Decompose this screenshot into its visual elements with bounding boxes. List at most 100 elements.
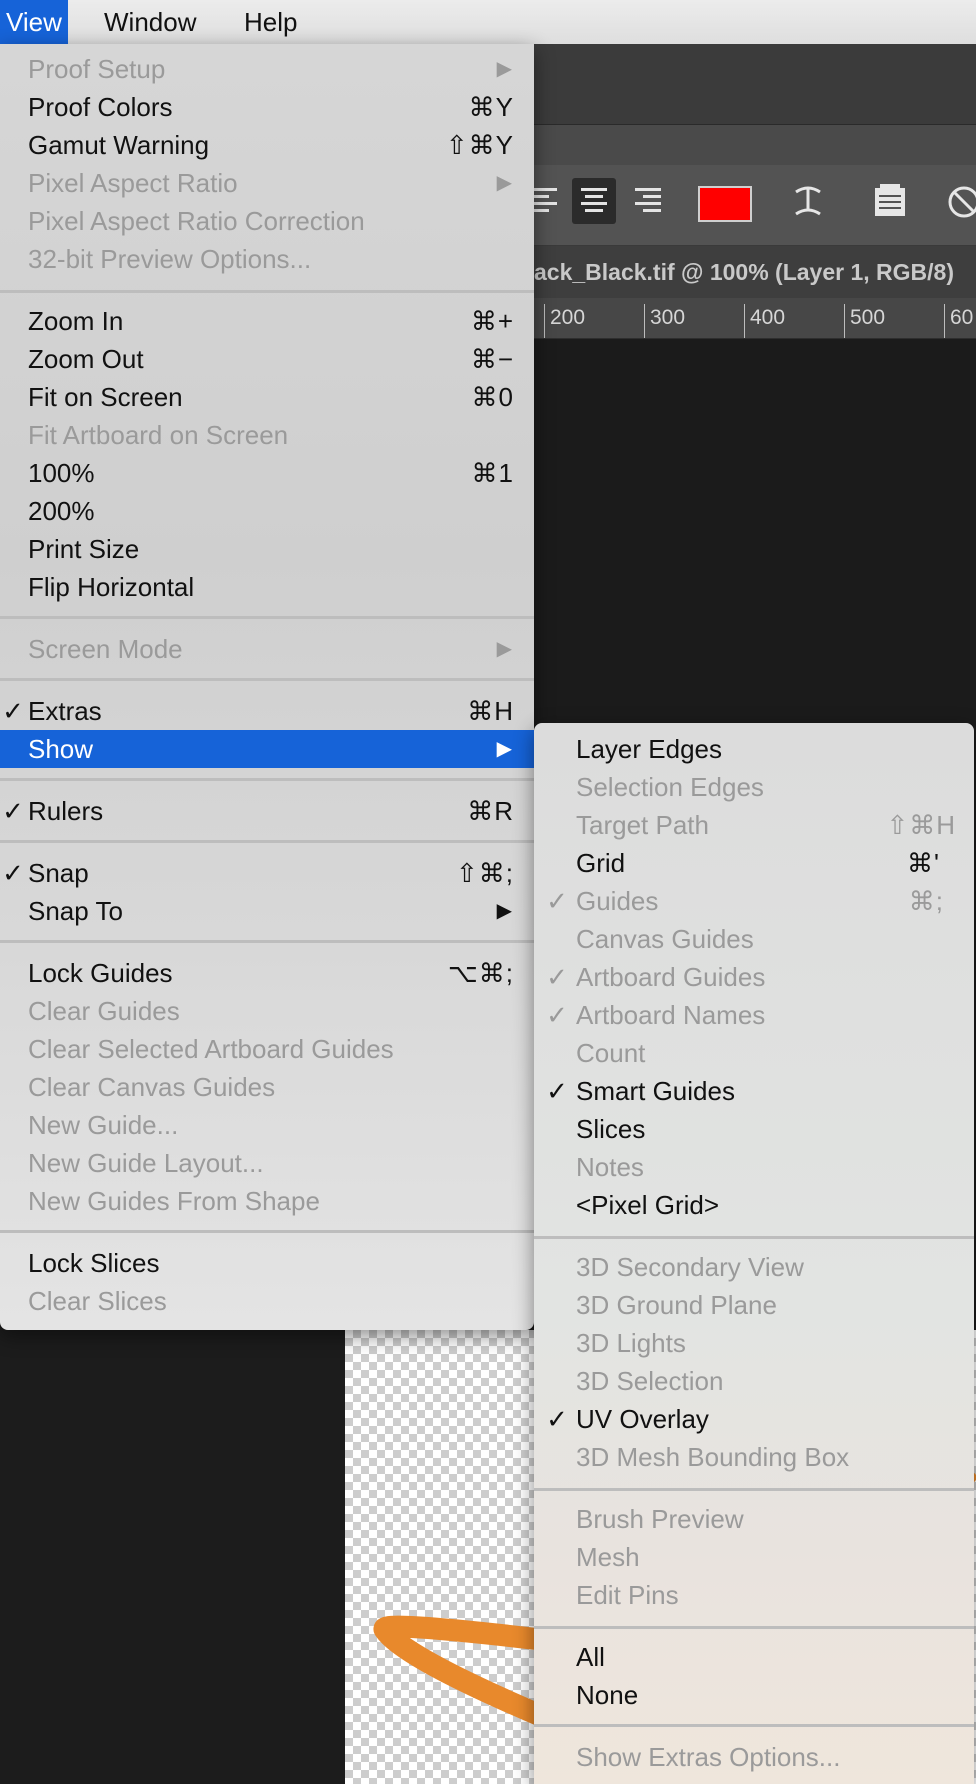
- checkmark-icon: ✓: [546, 1404, 568, 1434]
- checkmark-icon: ✓: [2, 696, 24, 726]
- horizontal-ruler[interactable]: 200 300 400 500 60: [534, 298, 976, 339]
- submenu-item-3d-mesh-bounding-box: 3D Mesh Bounding Box: [576, 1442, 850, 1472]
- app-title-bar: [534, 44, 976, 125]
- menu-item-100-percent[interactable]: 100% ⌘1: [0, 454, 534, 492]
- checkmark-icon: ✓: [546, 962, 568, 992]
- menu-item-clear-canvas-guides: Clear Canvas Guides: [28, 1072, 276, 1102]
- menu-item-extras[interactable]: ✓ Extras ⌘H: [0, 692, 534, 730]
- menu-separator: [0, 678, 534, 681]
- menu-separator: [0, 840, 534, 843]
- menu-item-clear-selected-artboard-guides: Clear Selected Artboard Guides: [28, 1034, 394, 1064]
- submenu-arrow-icon: ▶: [496, 900, 512, 922]
- menu-item-200-percent[interactable]: 200%: [0, 492, 534, 530]
- submenu-item-3d-selection: 3D Selection: [576, 1366, 724, 1396]
- menu-item-zoom-in[interactable]: Zoom In ⌘+: [0, 302, 534, 340]
- submenu-item-guides: ✓ Guides ⌘;: [534, 882, 974, 920]
- menu-separator: [0, 616, 534, 619]
- menu-bar: View Window Help: [0, 0, 976, 45]
- cancel-icon[interactable]: [944, 182, 976, 234]
- submenu-item-none[interactable]: None: [534, 1676, 974, 1714]
- submenu-item-canvas-guides: Canvas Guides: [576, 924, 754, 954]
- document-tab-title: ack_Black.tif @ 100% (Layer 1, RGB/8): [534, 259, 955, 285]
- menu-help[interactable]: Help: [238, 0, 303, 44]
- submenu-item-3d-lights: 3D Lights: [576, 1328, 686, 1358]
- submenu-arrow-icon: ▶: [496, 638, 512, 660]
- menu-item-snap-to[interactable]: Snap To ▶: [0, 892, 534, 930]
- menu-item-zoom-out[interactable]: Zoom Out ⌘−: [0, 340, 534, 378]
- menu-item-proof-colors[interactable]: Proof Colors ⌘Y: [0, 88, 534, 126]
- align-center-icon[interactable]: [572, 178, 616, 224]
- submenu-item-show-extras-options: Show Extras Options...: [576, 1742, 841, 1772]
- menu-separator: [534, 1626, 974, 1629]
- submenu-arrow-icon: ▶: [496, 738, 512, 760]
- panels-icon[interactable]: [868, 182, 912, 232]
- show-submenu: Layer Edges Selection Edges Target Path …: [534, 723, 974, 1784]
- menu-item-clear-slices: Clear Slices: [28, 1286, 167, 1316]
- checkmark-icon: ✓: [546, 886, 568, 916]
- menu-item-lock-guides[interactable]: Lock Guides ⌥⌘;: [0, 954, 534, 992]
- submenu-item-smart-guides[interactable]: ✓ Smart Guides: [534, 1072, 974, 1110]
- checkmark-icon: ✓: [546, 1076, 568, 1106]
- view-menu: Proof Setup ▶ Proof Colors ⌘Y Gamut Warn…: [0, 44, 534, 1330]
- submenu-item-artboard-names: ✓ Artboard Names: [534, 996, 974, 1034]
- checkmark-icon: ✓: [2, 796, 24, 826]
- menu-item-new-guides-from-shape: New Guides From Shape: [28, 1186, 320, 1216]
- menu-item-flip-horizontal[interactable]: Flip Horizontal: [0, 568, 534, 606]
- menu-item-clear-guides: Clear Guides: [28, 996, 180, 1026]
- menu-separator: [534, 1488, 974, 1491]
- menu-separator: [0, 1230, 534, 1233]
- menu-separator: [534, 1724, 974, 1727]
- warp-text-icon[interactable]: [786, 180, 830, 232]
- menu-item-gamut-warning[interactable]: Gamut Warning ⇧⌘Y: [0, 126, 534, 164]
- text-color-swatch[interactable]: [698, 186, 752, 222]
- ruler-label: 500: [850, 306, 886, 329]
- submenu-item-slices[interactable]: Slices: [534, 1110, 974, 1148]
- submenu-item-3d-ground-plane: 3D Ground Plane: [576, 1290, 777, 1320]
- submenu-item-selection-edges: Selection Edges: [576, 772, 764, 802]
- submenu-item-notes: Notes: [576, 1152, 644, 1182]
- menu-item-new-guide: New Guide...: [28, 1110, 179, 1140]
- menu-item-lock-slices[interactable]: Lock Slices: [0, 1244, 534, 1282]
- menu-window[interactable]: Window: [98, 0, 202, 44]
- menu-item-proof-setup: Proof Setup ▶: [0, 50, 534, 88]
- menu-separator: [0, 940, 534, 943]
- checkmark-icon: ✓: [546, 1000, 568, 1030]
- submenu-item-pixel-grid[interactable]: <Pixel Grid>: [534, 1186, 974, 1224]
- menu-separator: [0, 290, 534, 293]
- submenu-item-grid[interactable]: Grid ⌘': [534, 844, 974, 882]
- submenu-item-3d-secondary-view: 3D Secondary View: [576, 1252, 804, 1282]
- ruler-label: 400: [750, 306, 786, 329]
- submenu-arrow-icon: ▶: [496, 172, 512, 194]
- menu-item-fit-artboard-on-screen: Fit Artboard on Screen: [28, 420, 289, 450]
- submenu-item-target-path: Target Path ⇧⌘H: [576, 810, 956, 840]
- menu-item-new-guide-layout: New Guide Layout...: [28, 1148, 264, 1178]
- ruler-label: 60: [950, 306, 974, 329]
- menu-item-pixel-aspect-ratio-correction: Pixel Aspect Ratio Correction: [28, 206, 365, 236]
- submenu-item-count: Count: [576, 1038, 646, 1068]
- submenu-item-artboard-guides: ✓ Artboard Guides: [534, 958, 974, 996]
- menu-item-fit-on-screen[interactable]: Fit on Screen ⌘0: [0, 378, 534, 416]
- submenu-item-layer-edges[interactable]: Layer Edges: [534, 730, 974, 768]
- ruler-label: 300: [650, 306, 686, 329]
- menu-item-rulers[interactable]: ✓ Rulers ⌘R: [0, 792, 534, 830]
- submenu-item-all[interactable]: All: [534, 1638, 974, 1676]
- ruler-label: 200: [550, 306, 586, 329]
- submenu-item-mesh: Mesh: [576, 1542, 640, 1572]
- menu-item-screen-mode: Screen Mode ▶: [0, 630, 534, 668]
- menu-item-show[interactable]: Show ▶: [0, 730, 534, 768]
- submenu-item-edit-pins: Edit Pins: [576, 1580, 679, 1610]
- submenu-arrow-icon: ▶: [496, 58, 512, 80]
- menu-item-snap[interactable]: ✓ Snap ⇧⌘;: [0, 854, 534, 892]
- menu-separator: [0, 778, 534, 781]
- menu-item-32bit-preview-options: 32-bit Preview Options...: [28, 244, 312, 274]
- menu-separator: [534, 1236, 974, 1239]
- align-right-icon[interactable]: [626, 178, 670, 224]
- menu-view[interactable]: View: [0, 0, 68, 44]
- app-secondary-bar: [534, 125, 976, 165]
- submenu-item-uv-overlay[interactable]: ✓ UV Overlay: [534, 1400, 974, 1438]
- document-tab[interactable]: ack_Black.tif @ 100% (Layer 1, RGB/8): [534, 246, 976, 298]
- menu-item-print-size[interactable]: Print Size: [0, 530, 534, 568]
- menu-item-pixel-aspect-ratio: Pixel Aspect Ratio ▶: [0, 164, 534, 202]
- checkmark-icon: ✓: [2, 858, 24, 888]
- submenu-item-brush-preview: Brush Preview: [576, 1504, 744, 1534]
